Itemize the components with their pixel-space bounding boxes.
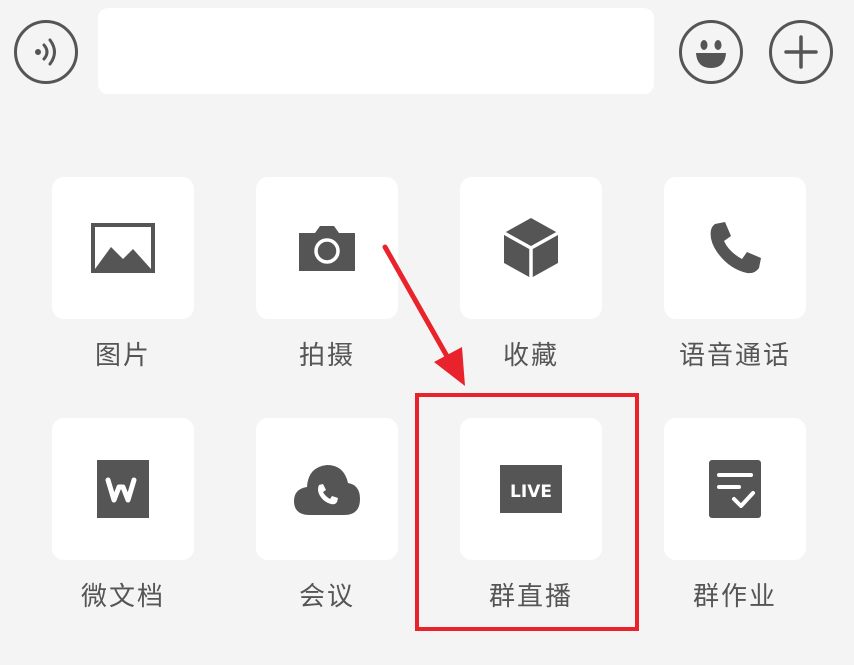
panel-item-voice-call[interactable]: 语音通话 xyxy=(612,177,816,407)
panel-tile[interactable] xyxy=(460,177,602,319)
panel-item-favorites[interactable]: 收藏 xyxy=(408,177,612,407)
panel-tile[interactable] xyxy=(256,177,398,319)
panel-item-camera[interactable]: 拍摄 xyxy=(204,177,408,407)
homework-icon xyxy=(709,460,761,518)
panel-tile[interactable] xyxy=(256,418,398,560)
camera-icon xyxy=(299,226,355,271)
highlight-box xyxy=(415,393,639,631)
panel-tile[interactable] xyxy=(52,418,194,560)
panel-item-label: 语音通话 xyxy=(678,341,791,371)
phone-icon xyxy=(710,222,761,274)
panel-item-wei-document[interactable]: 微文档 xyxy=(0,418,204,648)
panel-item-label: 群作业 xyxy=(692,582,777,612)
panel-item-meeting[interactable]: 会议 xyxy=(204,418,408,648)
panel-item-group-homework[interactable]: 群作业 xyxy=(612,418,816,648)
panel-tile[interactable] xyxy=(52,177,194,319)
panel-item-image[interactable]: 图片 xyxy=(0,177,204,407)
image-icon xyxy=(91,223,155,273)
panel-tile[interactable] xyxy=(664,418,806,560)
favorites-box-icon xyxy=(503,218,559,278)
w-document-icon xyxy=(97,460,149,518)
cloud-phone-icon xyxy=(294,465,360,515)
panel-tile[interactable] xyxy=(664,177,806,319)
